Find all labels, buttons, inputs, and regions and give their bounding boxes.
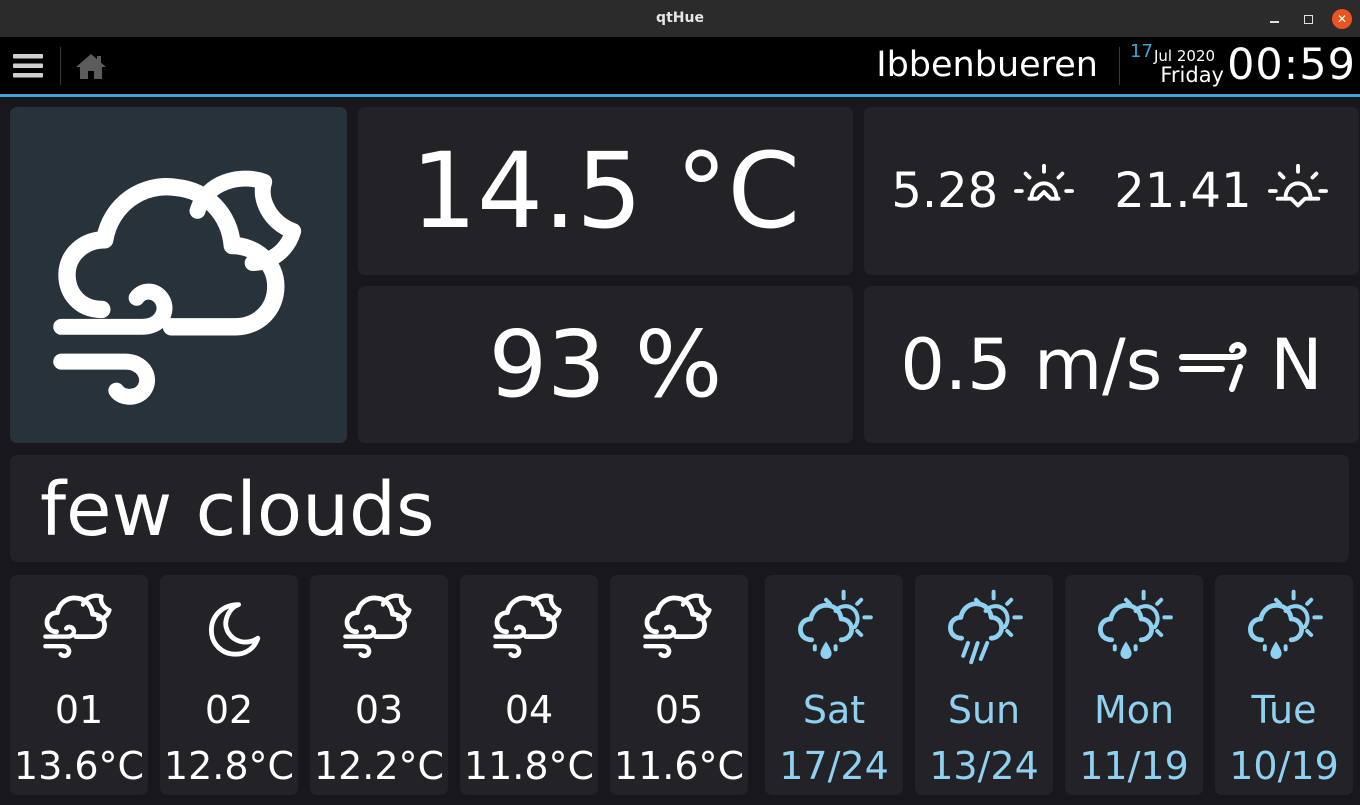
forecast-label: 05	[654, 688, 704, 732]
wind-cloud-moon-icon	[39, 587, 119, 667]
moon-icon	[189, 587, 269, 667]
humidity-tile: 93 %	[358, 286, 853, 443]
sunrise-time: 5.28	[891, 163, 999, 219]
forecast-value: 13/24	[929, 744, 1039, 788]
forecast-value: 11/19	[1079, 744, 1189, 788]
forecast-tile: 04 11.8°C	[460, 575, 598, 795]
forecast-tile: Mon 11/19	[1065, 575, 1203, 795]
forecast-label: 01	[54, 688, 104, 732]
forecast-label: Sat	[802, 688, 866, 732]
date-display: 17 Jul 2020 Friday	[1128, 40, 1226, 92]
header-divider	[1119, 47, 1120, 85]
wind-cloud-moon-icon	[639, 587, 719, 667]
forecast-label: Mon	[1093, 688, 1175, 732]
forecast-tile: Sat 17/24	[765, 575, 903, 795]
date-weekday: Friday	[1160, 63, 1224, 87]
forecast-tile: 05 11.6°C	[610, 575, 748, 795]
wind-cloud-moon-icon	[339, 587, 419, 667]
sunrise-icon	[1010, 162, 1078, 220]
forecast-value: 11.6°C	[613, 744, 745, 788]
temperature-tile: 14.5 °C	[358, 107, 853, 275]
clock-time: 00:59	[1227, 40, 1356, 90]
current-temperature: 14.5 °C	[410, 130, 801, 252]
header-accent-line	[0, 94, 1360, 97]
sun-cloud-rain-icon	[944, 587, 1024, 667]
forecast-value: 12.2°C	[313, 744, 445, 788]
forecast-value: 12.8°C	[163, 744, 295, 788]
forecast-label: Sun	[947, 688, 1021, 732]
forecast-label: 04	[504, 688, 554, 732]
menu-button[interactable]	[8, 47, 48, 85]
window-titlebar: qtHue ✕	[0, 0, 1360, 37]
wind-cloud-moon-icon	[38, 147, 328, 437]
sun-cloud-drizzle-icon	[1244, 587, 1324, 667]
wind-speed: 0.5 m/s	[900, 323, 1163, 406]
forecast-tile: 01 13.6°C	[10, 575, 148, 795]
wind-icon	[1179, 341, 1247, 392]
maximize-icon	[1303, 14, 1313, 24]
home-button[interactable]	[70, 47, 112, 85]
forecast-tile: Tue 10/19	[1215, 575, 1353, 795]
home-icon	[76, 54, 106, 79]
maximize-button[interactable]	[1298, 9, 1318, 29]
minimize-icon	[1269, 21, 1279, 23]
sunset-icon	[1264, 162, 1332, 220]
current-weather-icon-tile	[10, 107, 347, 443]
current-humidity: 93 %	[488, 311, 723, 418]
forecast-value: 10/19	[1229, 744, 1339, 788]
city-name: Ibbenbueren	[876, 45, 1098, 85]
forecast-value: 17/24	[779, 744, 889, 788]
forecast-label: Tue	[1251, 688, 1317, 732]
window-title: qtHue	[656, 10, 704, 26]
app-header: Ibbenbueren 17 Jul 2020 Friday 00:59	[0, 37, 1360, 94]
forecast-label: 02	[204, 688, 254, 732]
sun-cloud-drizzle-icon	[794, 587, 874, 667]
forecast-tile: 02 12.8°C	[160, 575, 298, 795]
wind-cloud-moon-icon	[489, 587, 569, 667]
weather-description: few clouds	[40, 467, 435, 553]
forecast-value: 13.6°C	[13, 744, 145, 788]
hamburger-menu-icon	[13, 54, 43, 78]
sun-times-tile: 5.28 21.41	[864, 107, 1359, 275]
close-button[interactable]: ✕	[1332, 9, 1352, 29]
forecast-label: 03	[354, 688, 404, 732]
forecast-tile: 03 12.2°C	[310, 575, 448, 795]
weather-description-tile: few clouds	[10, 455, 1349, 562]
forecast-value: 11.8°C	[463, 744, 595, 788]
sunset-time: 21.41	[1114, 163, 1252, 219]
wind-direction: N	[1270, 323, 1323, 406]
header-divider	[60, 47, 61, 85]
close-icon: ✕	[1336, 12, 1348, 26]
minimize-button[interactable]	[1264, 9, 1284, 29]
wind-tile: 0.5 m/s N	[864, 286, 1359, 443]
date-day: 17	[1130, 41, 1153, 62]
forecast-tile: Sun 13/24	[915, 575, 1053, 795]
sun-cloud-drizzle-icon	[1094, 587, 1174, 667]
